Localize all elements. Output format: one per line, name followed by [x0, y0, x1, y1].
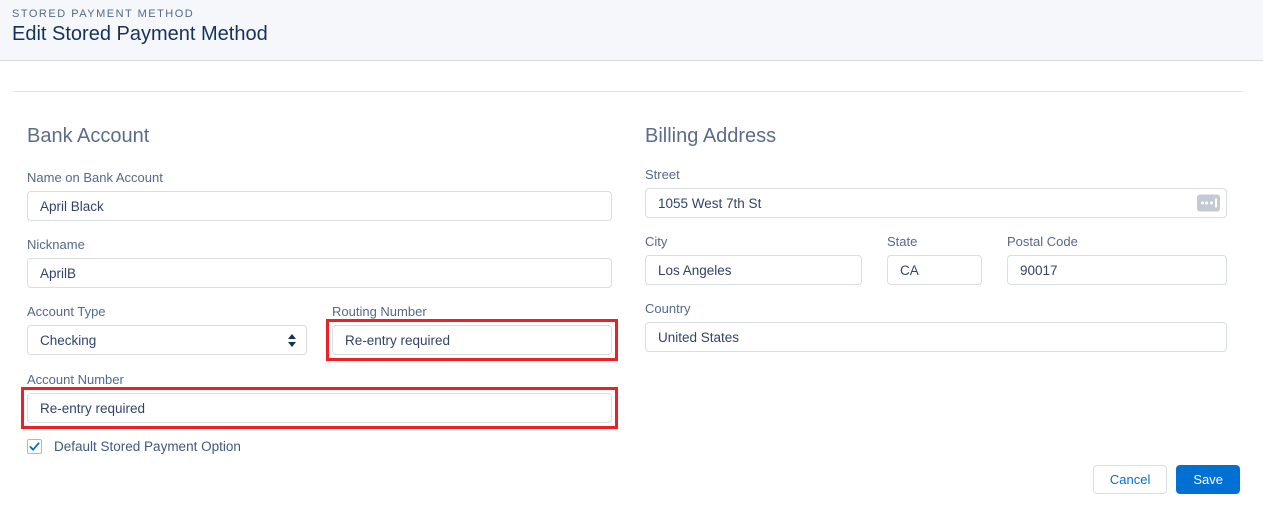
textarea-resize-icon[interactable]	[1197, 195, 1220, 212]
routing-number-field: Routing Number	[332, 304, 612, 355]
chevron-down-icon	[288, 342, 296, 347]
cancel-button[interactable]: Cancel	[1093, 465, 1167, 494]
default-payment-option-label: Default Stored Payment Option	[54, 439, 241, 454]
city-label: City	[645, 234, 862, 249]
account-type-field: Account Type Checking	[27, 304, 307, 355]
account-number-label: Account Number	[27, 372, 612, 387]
bank-account-section: Bank Account Name on Bank Account Nickna…	[27, 92, 612, 454]
street-field: Street	[645, 167, 1227, 218]
routing-number-input[interactable]	[332, 325, 612, 355]
name-on-bank-account-field: Name on Bank Account	[27, 170, 612, 221]
bank-account-heading: Bank Account	[27, 125, 612, 148]
chevron-up-icon	[288, 334, 296, 339]
street-label: Street	[645, 167, 1227, 182]
account-number-highlight	[21, 387, 618, 429]
default-payment-option-row: Default Stored Payment Option	[27, 439, 612, 454]
account-type-label: Account Type	[27, 304, 307, 319]
page-header: STORED PAYMENT METHOD Edit Stored Paymen…	[0, 0, 1263, 61]
country-field: Country	[645, 301, 1227, 352]
default-payment-option-checkbox[interactable]	[27, 439, 42, 454]
routing-number-label: Routing Number	[332, 304, 612, 319]
object-type-eyebrow: STORED PAYMENT METHOD	[12, 6, 1263, 20]
city-input[interactable]	[645, 255, 862, 285]
stepper-arrows-icon	[288, 334, 296, 347]
state-label: State	[887, 234, 982, 249]
postal-code-input[interactable]	[1007, 255, 1227, 285]
account-type-select[interactable]: Checking	[27, 325, 307, 355]
street-input[interactable]	[645, 188, 1227, 218]
form-actions: Cancel Save	[1093, 465, 1240, 494]
state-input[interactable]	[887, 255, 982, 285]
checkmark-icon	[29, 441, 40, 452]
account-number-field: Account Number	[27, 372, 612, 429]
save-button[interactable]: Save	[1176, 465, 1240, 494]
nickname-field: Nickname	[27, 237, 612, 288]
nickname-label: Nickname	[27, 237, 612, 252]
state-field: State	[887, 234, 982, 285]
routing-number-highlight	[326, 319, 618, 361]
country-input[interactable]	[645, 322, 1227, 352]
page-title: Edit Stored Payment Method	[12, 23, 1263, 46]
name-on-bank-account-label: Name on Bank Account	[27, 170, 612, 185]
account-number-input[interactable]	[27, 393, 612, 423]
postal-code-field: Postal Code	[1007, 234, 1227, 285]
billing-address-heading: Billing Address	[645, 125, 1227, 148]
city-field: City	[645, 234, 862, 285]
postal-code-label: Postal Code	[1007, 234, 1227, 249]
nickname-input[interactable]	[27, 258, 612, 288]
country-label: Country	[645, 301, 1227, 316]
edit-form: Bank Account Name on Bank Account Nickna…	[0, 92, 1263, 454]
name-on-bank-account-input[interactable]	[27, 191, 612, 221]
account-type-value: Checking	[40, 333, 96, 348]
billing-address-section: Billing Address Street City State	[645, 92, 1227, 454]
